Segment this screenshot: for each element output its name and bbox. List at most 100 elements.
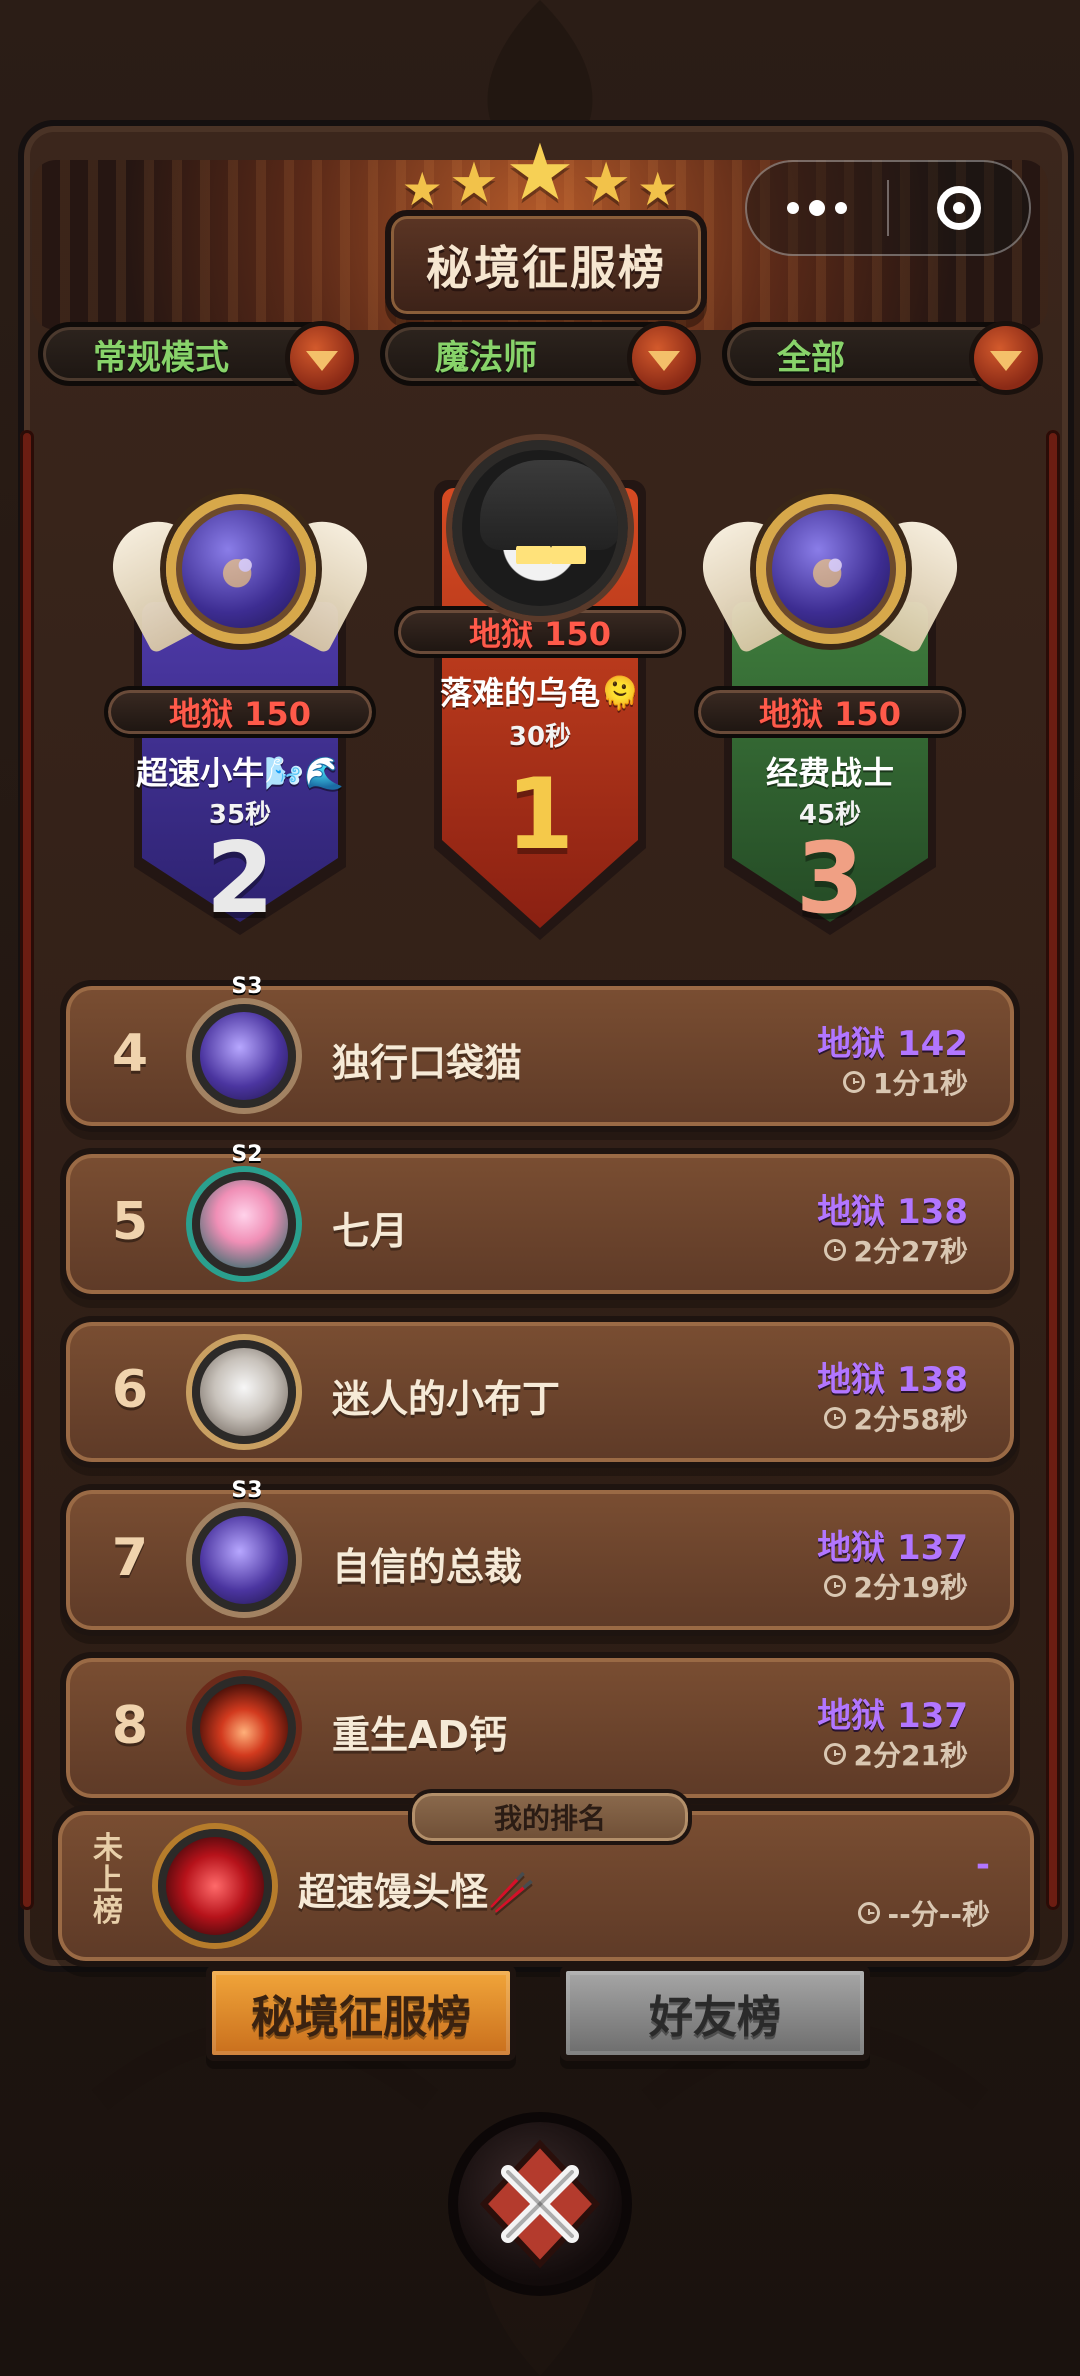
my-player-name: 超速馒头怪🥢 xyxy=(298,1870,536,1914)
my-time-text: --分--秒 xyxy=(887,1898,991,1931)
crossed-swords-icon xyxy=(479,2139,601,2269)
ranking-row[interactable]: 7 S3 自信的总裁 地狱 137 2分19秒 xyxy=(60,1478,1020,1636)
ranking-list[interactable]: 4 S3 独行口袋猫 地狱 142 1分1秒 5 S2 七月 地狱 138 2分… xyxy=(60,974,1020,1918)
chevron-down-icon[interactable] xyxy=(969,321,1043,395)
my-level: - xyxy=(975,1845,990,1885)
player-level: 地狱 142 xyxy=(817,1024,968,1064)
player-time: 2分19秒 xyxy=(823,1566,968,1606)
star-icon: ★ xyxy=(580,151,632,216)
dot-icon xyxy=(787,202,799,214)
time-text: 2分21秒 xyxy=(853,1739,968,1772)
player-time: 1分1秒 xyxy=(843,1062,968,1102)
ranking-row[interactable]: 8 重生AD钙 地狱 137 2分21秒 xyxy=(60,1652,1020,1804)
player-name: 落难的乌龟🫠 xyxy=(440,674,640,712)
clock-icon xyxy=(823,1407,846,1429)
rank-number: 6 xyxy=(111,1360,149,1420)
my-avatar[interactable] xyxy=(158,1829,272,1943)
time-text: 2分58秒 xyxy=(853,1403,968,1436)
class-filter[interactable]: 魔法师 xyxy=(380,321,701,395)
clock-icon xyxy=(823,1575,846,1597)
more-button[interactable] xyxy=(747,162,887,254)
eyes-icon xyxy=(516,546,586,564)
exit-button[interactable] xyxy=(889,162,1029,254)
moon-medal-icon xyxy=(756,494,906,644)
page-title-text: 秘境征服榜 xyxy=(426,241,666,295)
left-pillar xyxy=(20,430,34,1910)
player-name: 超速小牛🌬️🌊 xyxy=(136,754,344,792)
clock-icon xyxy=(843,1071,866,1093)
moon-avatar-icon xyxy=(192,1004,296,1108)
tab-friends[interactable]: 好友榜 xyxy=(560,1965,870,2061)
ranking-row[interactable]: 5 S2 七月 地狱 138 2分27秒 xyxy=(60,1142,1020,1300)
rank-number: 1 xyxy=(505,758,575,872)
tab-friends-label: 好友榜 xyxy=(649,1992,781,2043)
ranking-row[interactable]: 6 迷人的小布丁 地狱 138 2分58秒 xyxy=(60,1316,1020,1468)
player-avatar xyxy=(192,1340,296,1444)
level-pill: 地狱 150 xyxy=(104,686,376,738)
player-time: 2分21秒 xyxy=(823,1734,968,1774)
my-rank-bar[interactable]: 我的排名 未上榜 超速馒头怪🥢 - --分--秒 xyxy=(52,1789,1040,1967)
ranking-row[interactable]: 4 S3 独行口袋猫 地狱 142 1分1秒 xyxy=(60,974,1020,1132)
podium-second[interactable]: 地狱 150 超速小牛🌬️🌊 35秒 2 xyxy=(97,480,383,940)
time-text: 2分27秒 xyxy=(853,1235,968,1268)
filter-bar: 常规模式 魔法师 全部 xyxy=(38,321,1043,396)
podium-third[interactable]: 地狱 150 经费战士 45秒 3 xyxy=(687,480,973,940)
chevron-down-icon[interactable] xyxy=(627,321,701,395)
chevron-down-icon[interactable] xyxy=(285,321,359,395)
unranked-status: 未上榜 xyxy=(93,1831,123,1929)
player-level: 地狱 137 xyxy=(817,1696,968,1736)
player-level: 地狱 138 xyxy=(817,1192,968,1232)
target-icon xyxy=(937,186,981,230)
right-pillar xyxy=(1046,430,1060,1910)
star-icon: ★ xyxy=(505,128,575,218)
season-badge: S3 xyxy=(231,974,263,999)
wizard-hat-icon xyxy=(480,460,618,550)
fire-avatar-icon xyxy=(192,1676,296,1780)
mode-filter-label: 常规模式 xyxy=(93,337,229,378)
player-name: 七月 xyxy=(332,1209,409,1253)
tab-conquest[interactable]: 秘境征服榜 xyxy=(206,1965,516,2061)
level-text: 地狱 150 xyxy=(759,695,901,733)
leaderboard-tabs: 秘境征服榜 好友榜 xyxy=(206,1965,876,2065)
player-avatar xyxy=(192,1172,296,1276)
level-pill: 地狱 150 xyxy=(694,686,966,738)
clock-icon xyxy=(823,1239,846,1261)
star-icon: ★ xyxy=(637,162,679,216)
my-rank-tag: 我的排名 xyxy=(408,1789,692,1845)
rank-number: 7 xyxy=(111,1528,149,1588)
player-time: 2分27秒 xyxy=(823,1230,968,1270)
class-filter-label: 魔法师 xyxy=(435,337,537,378)
player-time: 2分58秒 xyxy=(823,1398,968,1438)
level-text: 地狱 150 xyxy=(169,695,311,733)
moon-avatar-icon xyxy=(192,1508,296,1612)
star-icon: ★ xyxy=(401,162,443,216)
tab-conquest-label: 秘境征服榜 xyxy=(251,1992,471,2043)
close-button[interactable] xyxy=(448,2112,632,2296)
rank-number: 2 xyxy=(205,822,275,936)
rank-number: 3 xyxy=(795,822,865,936)
player-time: 30秒 xyxy=(508,722,572,752)
moon-medal-icon xyxy=(166,494,316,644)
clock-icon xyxy=(857,1902,880,1924)
page-title: 秘境征服榜 xyxy=(385,210,707,320)
player-level: 地狱 137 xyxy=(817,1528,968,1568)
player-level: 地狱 138 xyxy=(817,1360,968,1400)
dot-icon xyxy=(835,202,847,214)
rank-number: 5 xyxy=(111,1192,149,1252)
player-name: 独行口袋猫 xyxy=(332,1041,523,1085)
star-icon: ★ xyxy=(448,151,500,216)
rank-number: 8 xyxy=(111,1696,149,1756)
time-text: 2分19秒 xyxy=(853,1571,968,1604)
time-text: 1分1秒 xyxy=(873,1067,968,1100)
my-rank-tag-text: 我的排名 xyxy=(493,1802,606,1835)
mode-filter[interactable]: 常规模式 xyxy=(38,321,359,395)
season-badge: S2 xyxy=(231,1142,263,1167)
player-name: 自信的总裁 xyxy=(332,1545,523,1589)
top-player-avatar[interactable] xyxy=(452,440,628,616)
player-name: 迷人的小布丁 xyxy=(332,1377,561,1421)
scope-filter[interactable]: 全部 xyxy=(722,321,1043,395)
season-badge: S3 xyxy=(231,1478,263,1503)
player-name: 重生AD钙 xyxy=(332,1713,507,1757)
wechat-capsule xyxy=(745,160,1031,256)
rating-stars: ★ ★ ★ ★ ★ xyxy=(395,132,685,212)
